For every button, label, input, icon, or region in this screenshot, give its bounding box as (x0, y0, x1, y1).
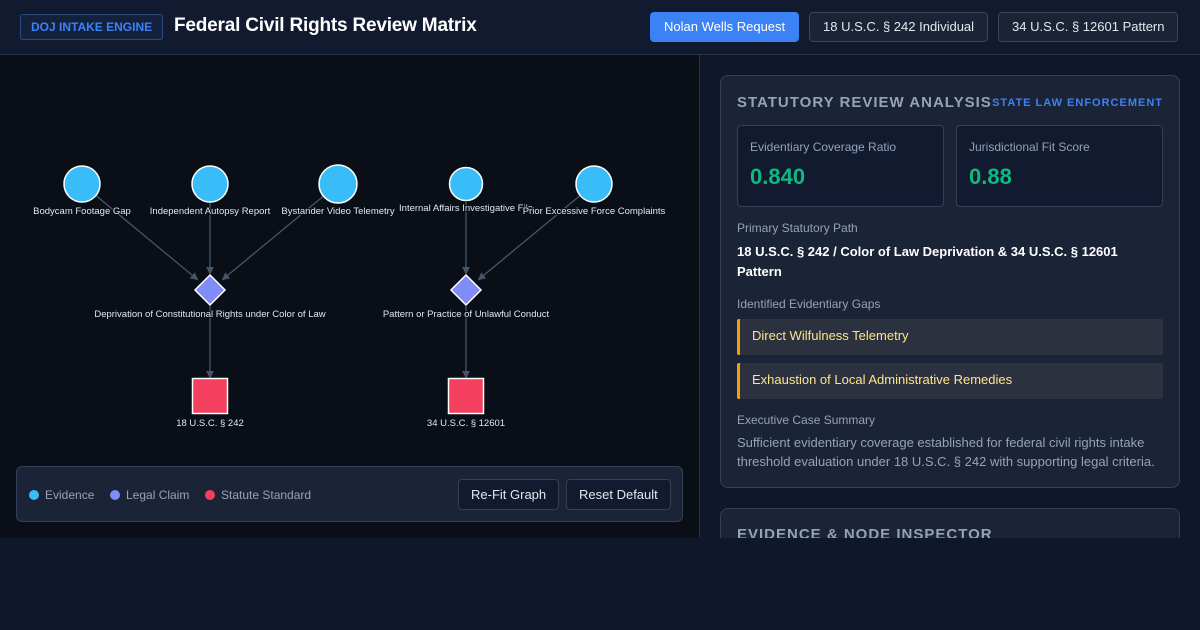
coverage-metric: Evidentiary Coverage Ratio 0.840 (737, 125, 944, 207)
gap-item: Exhaustion of Local Administrative Remed… (737, 363, 1163, 399)
agency-tag: STATE LAW ENFORCEMENT (992, 97, 1163, 109)
inspector-title: EVIDENCE & NODE INSPECTOR (737, 526, 993, 538)
usc-242-individual-button[interactable]: 18 U.S.C. § 242 Individual (809, 12, 989, 42)
graph-node-label: Bodycam Footage Gap (33, 206, 131, 217)
legend-evidence: Evidence (29, 488, 94, 502)
legend-legal-claim: Legal Claim (110, 488, 189, 502)
legend-statute: Statute Standard (205, 488, 311, 502)
evidence-dot-icon (29, 490, 39, 500)
fit-value: 0.88 (969, 164, 1012, 189)
engine-badge: DOJ INTAKE ENGINE (20, 14, 164, 40)
graph-node-legal-claim-c1[interactable] (193, 273, 227, 307)
graph-node-label: Pattern or Practice of Unlawful Conduct (383, 309, 550, 320)
legend-evidence-label: Evidence (45, 488, 95, 502)
graph-node-label: 34 U.S.C. § 12601 (427, 418, 505, 429)
path-label: Primary Statutory Path (737, 221, 858, 235)
graph-node-evidence-e2[interactable] (191, 165, 229, 203)
statutory-path: 18 U.S.C. § 242 / Color of Law Deprivati… (737, 244, 1118, 279)
nolan-wells-request-button[interactable]: Nolan Wells Request (650, 12, 800, 42)
graph-node-evidence-e1[interactable] (63, 165, 101, 203)
legend-statute-label: Statute Standard (221, 488, 312, 502)
graph-node-evidence-e5[interactable] (575, 165, 613, 203)
graph-node-label: 18 U.S.C. § 242 (176, 418, 244, 429)
graph-node-label: Bystander Video Telemetry (281, 206, 394, 217)
gap-item: Direct Wilfulness Telemetry (737, 319, 1163, 355)
app-header: DOJ INTAKE ENGINE Federal Civil Rights R… (0, 0, 1200, 55)
review-graph[interactable]: Bodycam Footage Gap Independent Autopsy R… (0, 55, 699, 465)
coverage-label: Evidentiary Coverage Ratio (750, 140, 897, 154)
reset-default-button[interactable]: Reset Default (566, 479, 671, 510)
coverage-value: 0.840 (750, 164, 806, 189)
gaps-label: Identified Evidentiary Gaps (737, 297, 881, 311)
graph-node-evidence-e4[interactable] (448, 166, 484, 202)
graph-node-evidence-e3[interactable] (318, 164, 358, 204)
summary-label: Executive Case Summary (737, 413, 876, 427)
fit-metric: Jurisdictional Fit Score 0.88 (956, 125, 1163, 207)
graph-node-label: Deprivation of Constitutional Rights und… (94, 309, 325, 320)
statute-dot-icon (205, 490, 215, 500)
usc-12601-pattern-button[interactable]: 34 U.S.C. § 12601 Pattern (998, 12, 1179, 42)
graph-legend-toolbar: Evidence Legal Claim Statute Standard Re… (16, 466, 683, 522)
page-footer-area (0, 538, 1200, 630)
graph-node-label: Prior Excessive Force Complaints (523, 206, 666, 217)
node-inspector-card: EVIDENCE & NODE INSPECTOR (720, 508, 1180, 538)
graph-node-label: Independent Autopsy Report (150, 206, 271, 217)
case-summary: Sufficient evidentiary coverage establis… (737, 435, 1155, 469)
graph-node-legal-claim-c2[interactable] (449, 273, 483, 307)
legal-claim-dot-icon (110, 490, 120, 500)
fit-label: Jurisdictional Fit Score (969, 140, 1090, 154)
refit-graph-button[interactable]: Re-Fit Graph (458, 479, 560, 510)
graph-node-statute-s1[interactable] (191, 377, 229, 415)
graph-panel: Bodycam Footage Gap Independent Autopsy R… (0, 55, 700, 538)
statutory-analysis-card: STATUTORY REVIEW ANALYSIS STATE LAW ENFO… (720, 75, 1180, 488)
graph-node-statute-s2[interactable] (447, 377, 485, 415)
legend-legal-claim-label: Legal Claim (126, 488, 190, 502)
analysis-title: STATUTORY REVIEW ANALYSIS (737, 94, 992, 111)
page-title: Federal Civil Rights Review Matrix (174, 15, 477, 36)
graph-node-label: Internal Affairs Investigative File (399, 203, 533, 214)
